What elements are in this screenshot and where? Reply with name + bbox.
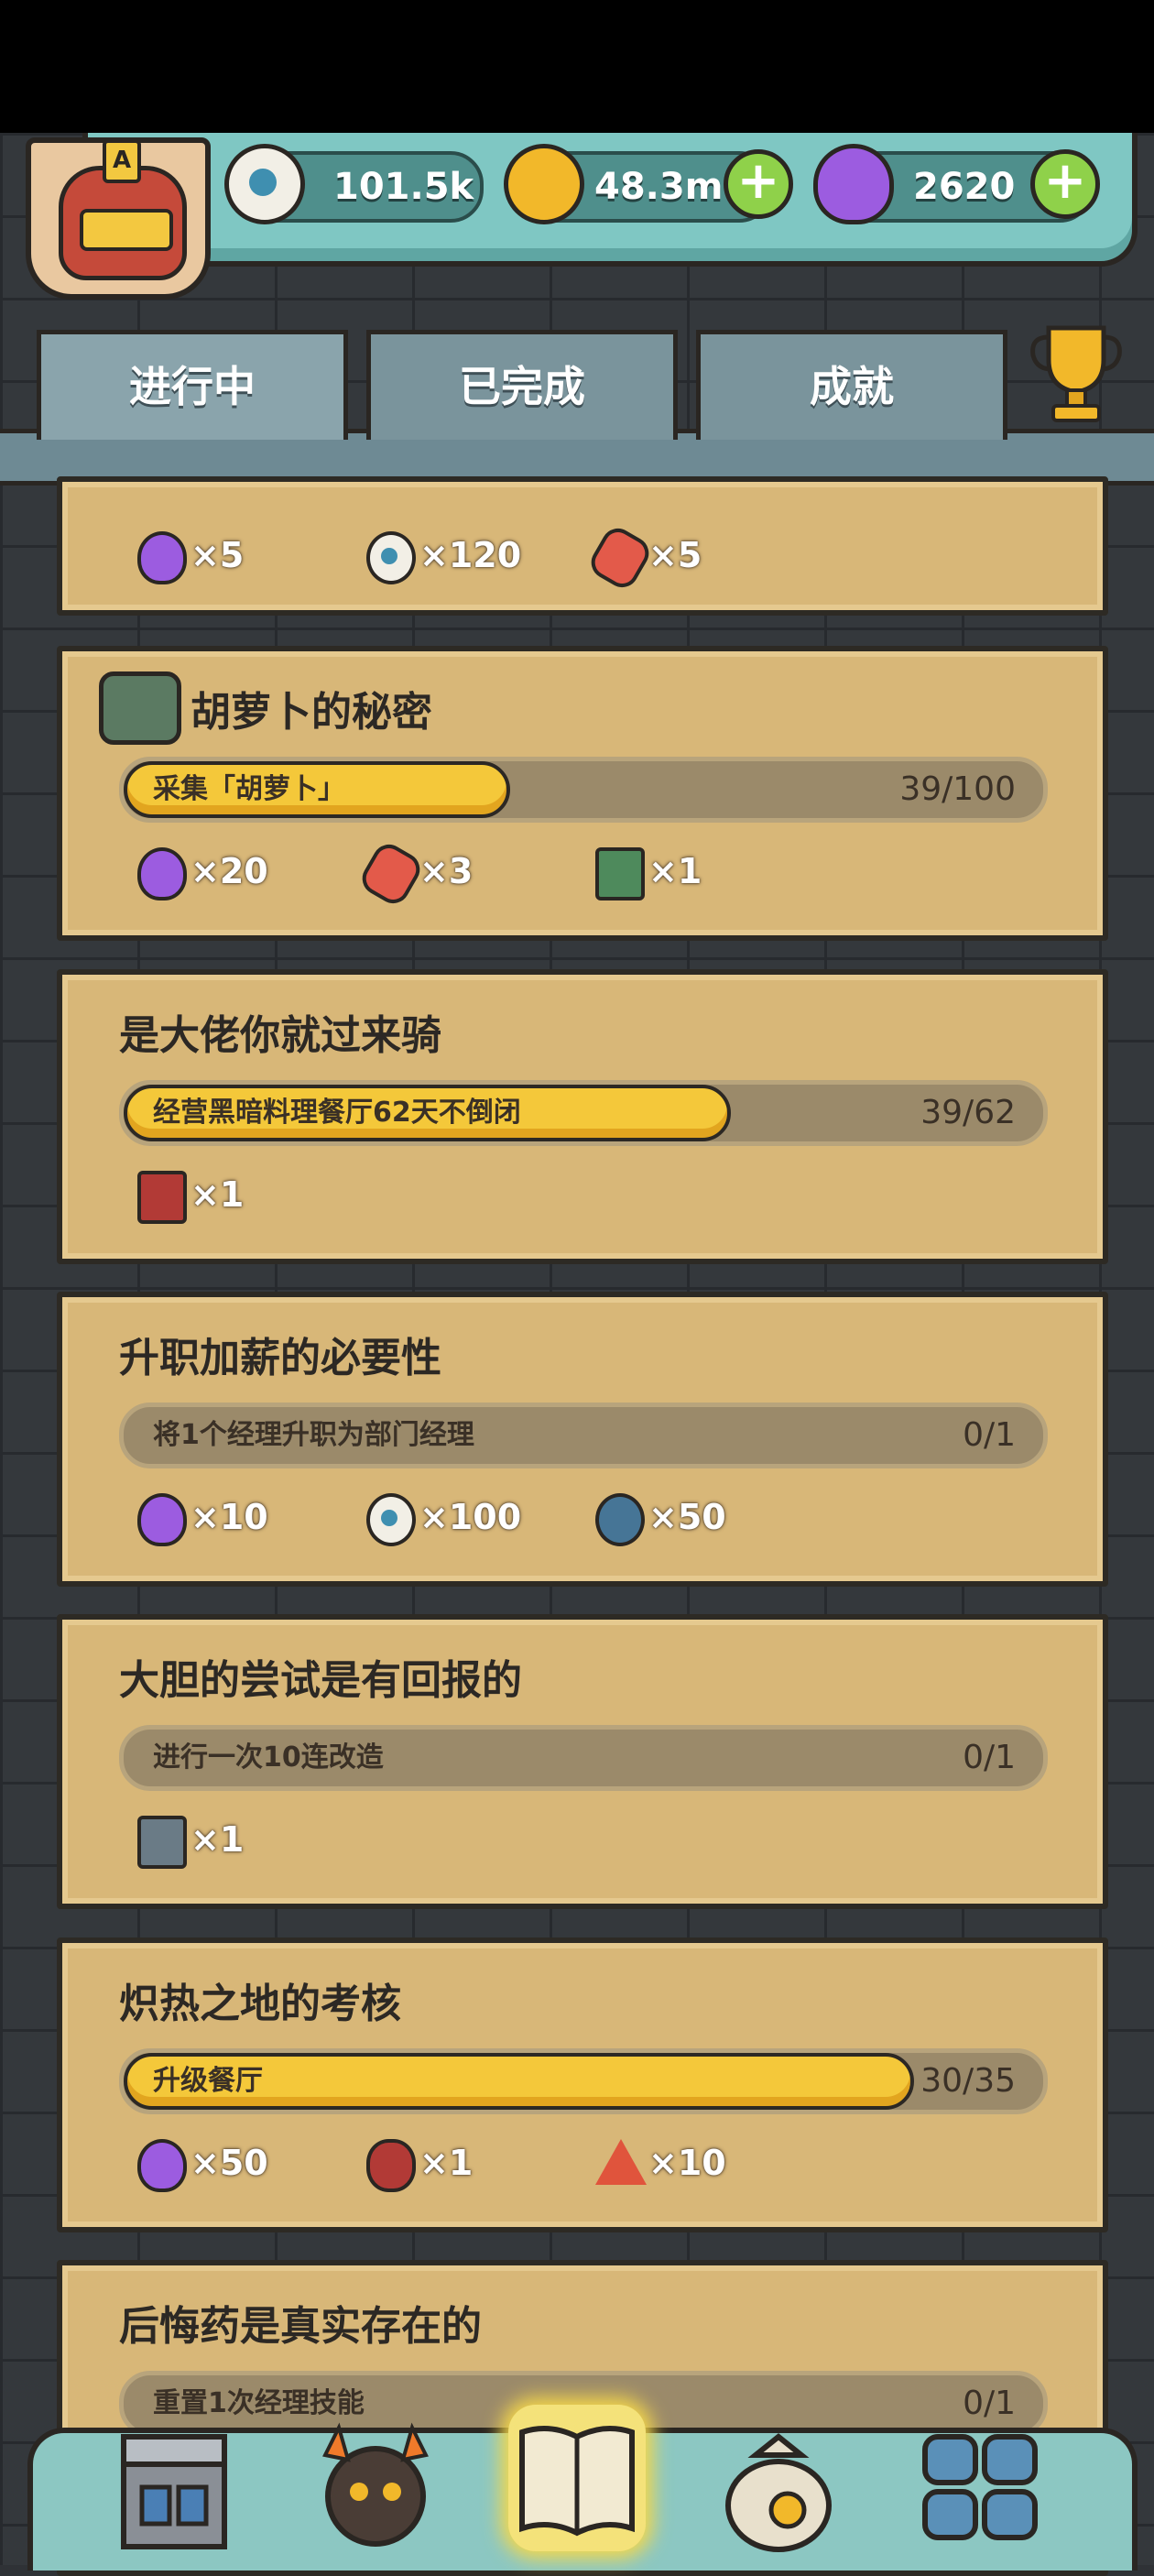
trophy-icon[interactable] <box>1026 319 1127 429</box>
money-bag-icon[interactable] <box>714 2418 843 2556</box>
potion-icon <box>137 2139 187 2192</box>
rank-badge: A <box>103 139 141 183</box>
quest-title: 是大佬你就过来骑 <box>119 1012 441 1059</box>
restaurant-icon[interactable] <box>110 2418 238 2556</box>
quest-card[interactable]: 炽热之地的考核 升级餐厅 30/35 ×50 ×1 ×10 <box>57 1937 1108 2232</box>
quest-progress-bar: 经营黑暗料理餐厅62天不倒闭 39/62 <box>119 1080 1048 1146</box>
monster-icon[interactable] <box>311 2418 440 2556</box>
warning-triangle-icon <box>595 2139 647 2185</box>
tab-achievements[interactable]: 成就 <box>696 330 1007 440</box>
quest-progress-bar: 将1个经理升职为部门经理 0/1 <box>119 1403 1048 1468</box>
potion-icon <box>813 144 894 224</box>
progress-label: 将1个经理升职为部门经理 <box>153 1419 474 1451</box>
quest-progress-bar: 采集「胡萝卜」 39/100 <box>119 757 1048 823</box>
progress-count: 39/62 <box>920 1094 1016 1131</box>
quest-card[interactable]: 胡萝卜的秘密 采集「胡萝卜」 39/100 ×20 ×3 ×1 <box>57 646 1108 941</box>
progress-label: 进行一次10连改造 <box>153 1741 384 1774</box>
tab-completed[interactable]: 已完成 <box>366 330 678 440</box>
quest-card[interactable]: 升职加薪的必要性 将1个经理升职为部门经理 0/1 ×10 ×100 ×50 <box>57 1292 1108 1587</box>
quest-card[interactable]: 大胆的尝试是有回报的 进行一次10连改造 0/1 ×1 <box>57 1614 1108 1909</box>
progress-label: 经营黑暗料理餐厅62天不倒闭 <box>153 1097 521 1129</box>
add-potions-button[interactable]: + <box>1030 149 1100 219</box>
circuit-chip-icon <box>595 847 645 901</box>
red-gem-icon <box>366 2139 416 2192</box>
quest-title: 后悔药是真实存在的 <box>119 2303 482 2350</box>
eyeball-icon <box>366 531 416 584</box>
gear-icon <box>595 1493 645 1546</box>
eyeball-count: 101.5k <box>333 166 474 208</box>
quest-title: 升职加薪的必要性 <box>119 1335 441 1381</box>
progress-count: 39/100 <box>899 770 1016 808</box>
quest-title: 胡萝卜的秘密 <box>191 689 432 736</box>
quest-card[interactable]: 是大佬你就过来骑 经营黑暗料理餐厅62天不倒闭 39/62 ×1 <box>57 969 1108 1264</box>
carrot-quest-icon <box>99 671 181 745</box>
player-avatar[interactable]: A <box>26 137 211 300</box>
quest-progress-bar: 进行一次10连改造 0/1 <box>119 1725 1048 1791</box>
progress-label: 升级餐厅 <box>153 2065 263 2097</box>
progress-count: 0/1 <box>963 1739 1016 1776</box>
eyeball-icon <box>366 1493 416 1546</box>
quest-book-icon[interactable] <box>513 2409 641 2547</box>
potion-icon <box>137 531 187 584</box>
coin-count: 48.3m <box>594 166 724 208</box>
coin-icon <box>504 144 584 224</box>
add-coins-button[interactable]: + <box>724 149 793 219</box>
machine-icon <box>137 1816 187 1869</box>
progress-label: 采集「胡萝卜」 <box>153 773 345 805</box>
status-bar-area <box>0 0 1154 133</box>
grid-menu-icon[interactable] <box>916 2418 1044 2556</box>
quest-card: ×5 ×120 ×5 <box>57 476 1108 616</box>
magnet-icon <box>356 838 426 910</box>
potion-icon <box>137 847 187 901</box>
tab-in-progress[interactable]: 进行中 <box>37 330 348 440</box>
eyeball-icon <box>224 144 305 224</box>
potion-icon <box>137 1493 187 1546</box>
quest-progress-bar: 升级餐厅 30/35 <box>119 2048 1048 2114</box>
magnet-icon <box>585 522 655 594</box>
progress-count: 0/1 <box>963 1416 1016 1454</box>
quest-title: 大胆的尝试是有回报的 <box>119 1657 522 1704</box>
red-mount-icon <box>137 1171 187 1224</box>
progress-count: 30/35 <box>920 2062 1016 2100</box>
quest-title: 炽热之地的考核 <box>119 1981 401 2027</box>
potion-count: 2620 <box>913 166 1016 208</box>
